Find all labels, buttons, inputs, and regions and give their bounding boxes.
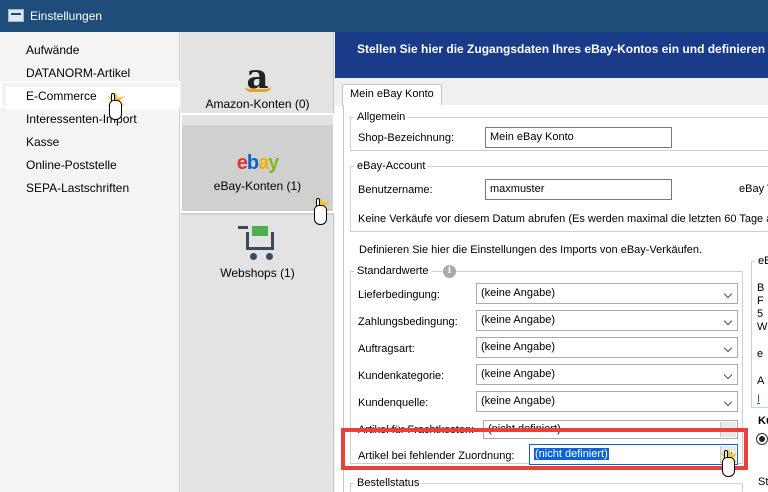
channel-list: a Amazon-Konten (0) ebay eBay-Konten (1)… (181, 32, 334, 492)
chevron-down-icon (723, 397, 733, 407)
click-pointer-icon (105, 92, 125, 122)
amazon-accounts-label: Amazon-Konten (0) (205, 97, 310, 111)
username-field[interactable]: maxmuster (485, 179, 672, 200)
window-titlebar: Einstellungen (0, 0, 768, 32)
tab-mein-ebay-konto[interactable]: Mein eBay Konto (342, 84, 442, 106)
import-intro-text: Definieren Sie hier die Einstellungen de… (359, 244, 703, 256)
shopping-cart-icon (237, 224, 278, 262)
missing-assignment-highlight (341, 428, 748, 470)
right-fragment-link[interactable]: I (757, 393, 760, 405)
shop-name-field[interactable]: Mein eBay Konto (485, 127, 672, 148)
app-icon (8, 9, 24, 22)
zahlungsbedingung-select[interactable]: (keine Angabe) (476, 310, 738, 331)
auftragsart-label: Auftragsart: (358, 343, 415, 355)
sidebar-item-interessenten[interactable]: Interessenten-Import (0, 110, 179, 133)
right-bold-fragment: Ku (758, 415, 768, 427)
click-pointer-icon (310, 197, 330, 227)
shop-name-label: Shop-Bezeichnung: (358, 132, 455, 144)
amazon-accounts-tile[interactable]: a Amazon-Konten (0) (181, 60, 334, 120)
group-right-partial: eB B F 5 W e A I (751, 254, 768, 408)
kundenquelle-select[interactable]: (keine Angabe) (476, 391, 738, 412)
sales-date-note: Keine Verkäufe vor diesem Datum abrufen … (358, 213, 768, 225)
username-label: Benutzername: (358, 184, 433, 196)
chevron-down-icon (723, 370, 733, 380)
sidebar-item-aufwaende[interactable]: Aufwände (0, 41, 179, 64)
ebay-field-cut-label: eBay V (739, 183, 768, 195)
info-banner: Stellen Sie hier die Zugangsdaten Ihres … (335, 32, 768, 78)
webshops-label: Webshops (1) (220, 266, 295, 280)
group-standardwerte-title: Standardwerte (354, 264, 432, 278)
right-radio-button[interactable] (756, 433, 768, 445)
right-fragment-line: B (757, 282, 765, 294)
group-bestellstatus: Bestellstatus (350, 476, 743, 492)
auftragsart-select[interactable]: (keine Angabe) (476, 337, 738, 358)
amazon-logo-icon: a (246, 57, 269, 97)
kundenquelle-label: Kundenquelle: (358, 397, 429, 409)
right-fragment-line: F (757, 295, 764, 307)
group-bestellstatus-title: Bestellstatus (354, 476, 423, 490)
sidebar-item-kasse[interactable]: Kasse (0, 133, 179, 156)
info-icon[interactable]: i (443, 265, 456, 278)
group-ebay-account: eBay-Account Benutzername: maxmuster eBa… (350, 159, 768, 232)
ebay-tile-highlight (180, 113, 335, 213)
kundenkategorie-label: Kundenkategorie: (358, 370, 445, 382)
chevron-down-icon (723, 316, 733, 326)
chevron-down-icon (723, 289, 733, 299)
webshops-tile[interactable]: Webshops (1) (181, 224, 334, 294)
click-pointer-icon (718, 449, 738, 479)
tab-strip: Mein eBay Konto (335, 78, 768, 106)
chevron-down-icon (723, 343, 733, 353)
right-fragment-line: e (757, 348, 764, 360)
group-right-partial-title: eB (755, 254, 768, 268)
kundenkategorie-select[interactable]: (keine Angabe) (476, 364, 738, 385)
account-settings-pane: Stellen Sie hier die Zugangsdaten Ihres … (335, 32, 768, 492)
right-fragment-line: A (757, 375, 765, 387)
group-allgemein: Allgemein Shop-Bezeichnung: Mein eBay Ko… (350, 110, 768, 151)
right-fragment-line: W (757, 321, 768, 333)
ecommerce-highlight (0, 81, 180, 108)
window-title: Einstellungen (30, 9, 103, 23)
group-allgemein-title: Allgemein (354, 110, 409, 124)
group-ebay-account-title: eBay-Account (354, 159, 429, 173)
lieferbedingung-select[interactable]: (keine Angabe) (476, 283, 738, 304)
sidebar-item-online-poststelle[interactable]: Online-Poststelle (0, 156, 179, 179)
zahlungsbedingung-label: Zahlungsbedingung: (358, 316, 458, 328)
right-fragment-line: 5 (757, 308, 764, 320)
right-bottom-fragment: Sta (758, 476, 768, 488)
sidebar-item-sepa[interactable]: SEPA-Lastschriften (0, 179, 179, 202)
lieferbedingung-label: Lieferbedingung: (358, 289, 440, 301)
